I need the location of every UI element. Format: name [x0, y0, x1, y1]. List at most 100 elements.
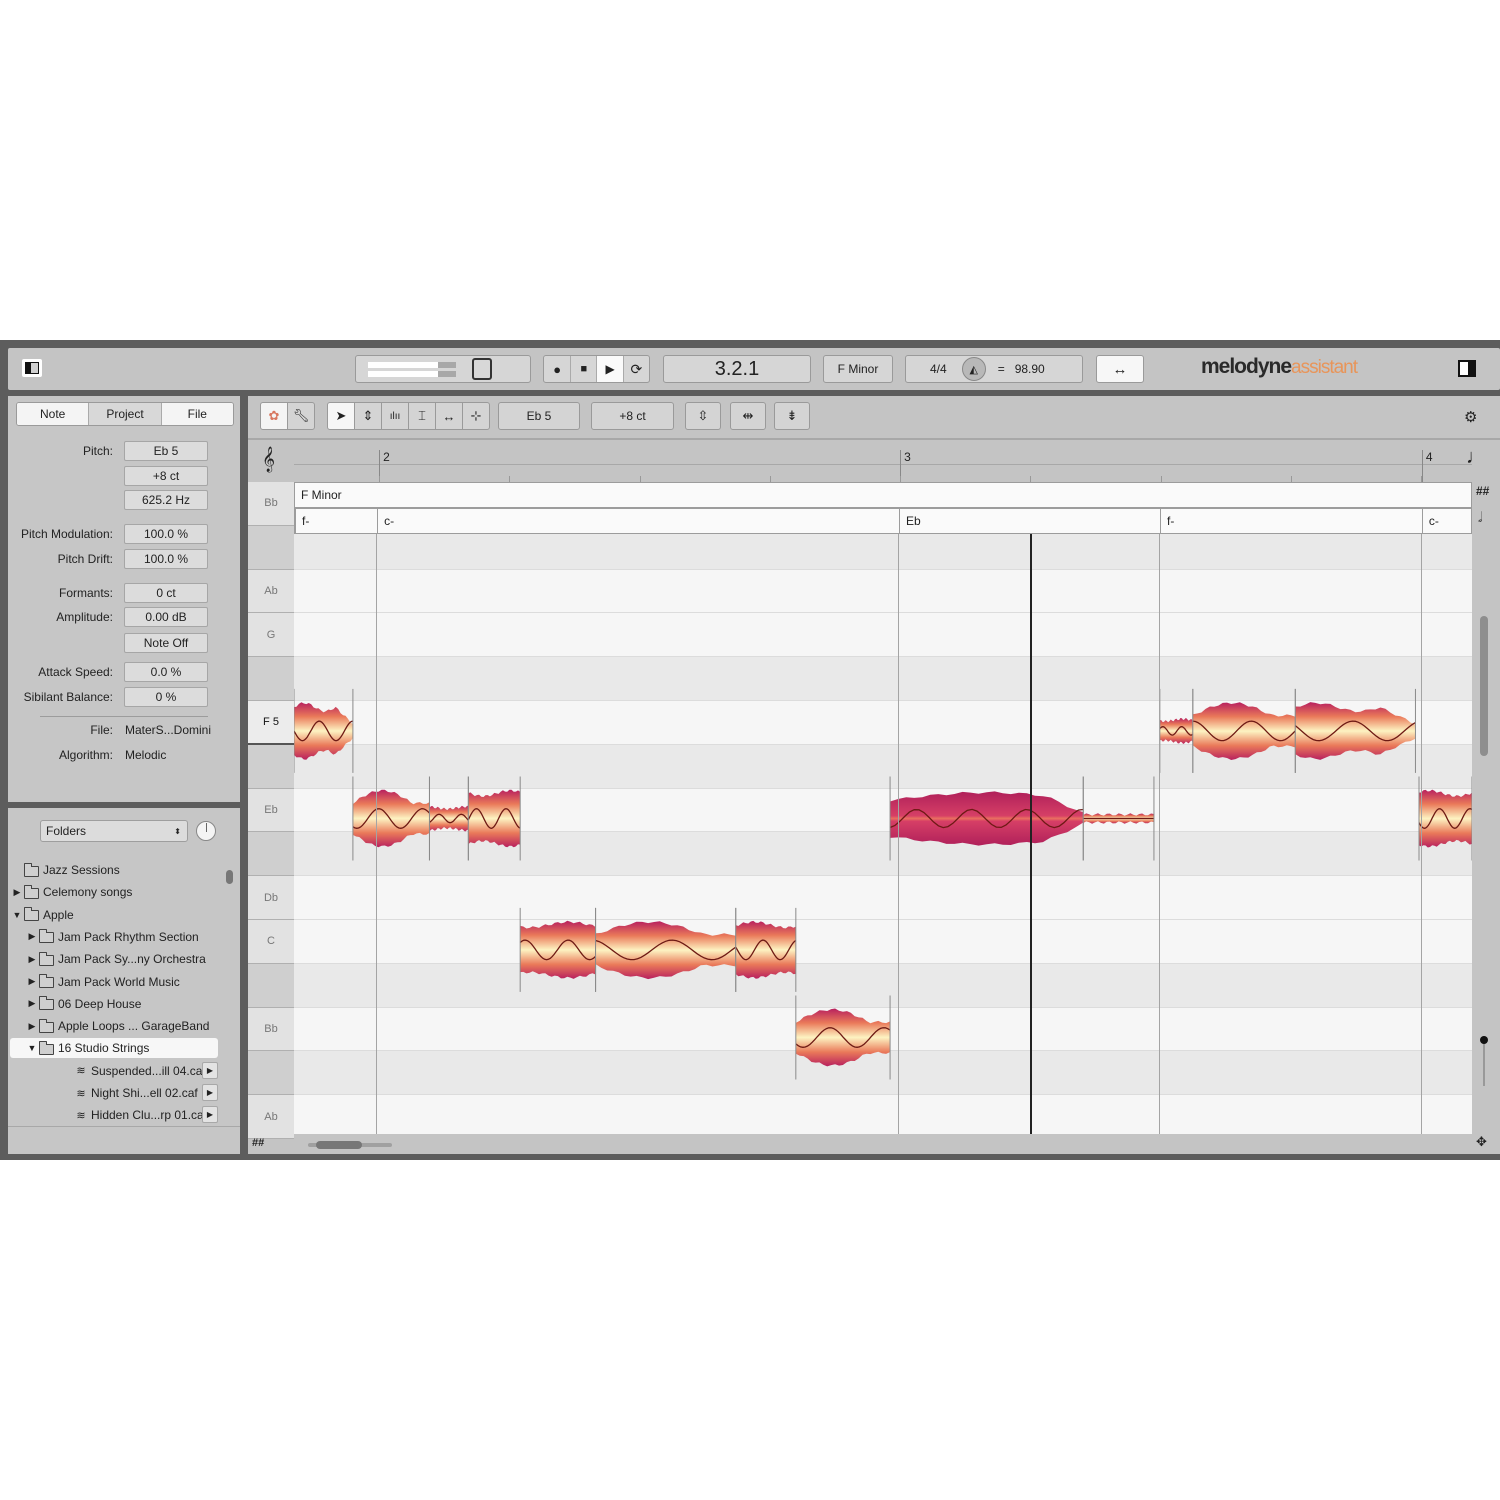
note-blob-body[interactable]	[890, 791, 1084, 846]
blobs-view-button[interactable]: ✿	[260, 402, 288, 430]
disclosure-closed-icon[interactable]: ▶	[27, 998, 37, 1009]
chord-segment[interactable]: c-	[377, 509, 899, 533]
stop-button[interactable]: ■	[571, 356, 598, 382]
scale-lane[interactable]: F Minor	[294, 482, 1472, 508]
folder-item[interactable]: ▼ 16 Studio Strings	[10, 1038, 218, 1059]
pitch-cents-field[interactable]: +8 ct	[124, 466, 208, 486]
pitch-row-label[interactable]: Ab	[248, 1095, 294, 1139]
folder-item[interactable]: ▶ Apple Loops ... GarageBand	[8, 1016, 228, 1036]
chord-segment[interactable]: f-	[295, 509, 377, 533]
browser-progress-icon[interactable]	[196, 821, 216, 841]
pitch-row-label[interactable]: Db	[248, 876, 294, 920]
note-separation-tool-button[interactable]: ⊹	[462, 402, 490, 430]
pitch-row-label[interactable]: Bb	[248, 482, 294, 526]
pitch-row-label[interactable]	[248, 525, 294, 570]
time-tool-button[interactable]: ↔	[435, 402, 463, 430]
pitch-row-label[interactable]	[248, 963, 294, 1008]
position-display[interactable]: 3.2.1	[663, 355, 811, 383]
amplitude-tool-button[interactable]: ⌶	[408, 402, 436, 430]
pitch-modulation-field[interactable]: 100.0 %	[124, 524, 208, 544]
pitch-row-label[interactable]: C	[248, 920, 294, 964]
pitch-row-label[interactable]	[248, 832, 294, 877]
pitch-ruler[interactable]: Bb Ab G F 5 Eb Db C Bb Ab	[248, 482, 294, 1139]
disclosure-closed-icon[interactable]: ▶	[27, 1021, 37, 1032]
note-blob[interactable]	[1082, 776, 1155, 861]
note-pitch-field[interactable]: Eb 5	[498, 402, 580, 430]
play-button[interactable]: ▶	[597, 356, 624, 382]
note-grid[interactable]	[294, 534, 1472, 1134]
note-blob[interactable]	[519, 907, 597, 992]
note-blob[interactable]	[795, 995, 891, 1080]
note-blob[interactable]	[352, 776, 430, 861]
note-blob-body[interactable]	[595, 921, 736, 980]
note-blob[interactable]	[1159, 688, 1194, 773]
play-file-button[interactable]: ▶	[202, 1061, 218, 1079]
note-cents-field[interactable]: +8 ct	[591, 402, 674, 430]
pitch-drift-field[interactable]: 100.0 %	[124, 549, 208, 569]
loop-button[interactable]: ⟳	[624, 356, 649, 382]
pitch-row-label[interactable]: Eb	[248, 788, 294, 833]
tempo-value[interactable]: 98.90	[1015, 362, 1045, 376]
main-tool-button[interactable]: ➤	[327, 402, 355, 430]
key-button[interactable]: F Minor	[823, 355, 893, 383]
note-blob[interactable]	[467, 776, 521, 861]
folder-item[interactable]: ▶ 06 Deep House	[8, 994, 228, 1014]
note-blob[interactable]	[595, 907, 737, 992]
tab-file[interactable]: File	[161, 403, 233, 425]
sibilant-balance-field[interactable]: 0 %	[124, 687, 208, 707]
chord-segment[interactable]: f-	[1160, 509, 1422, 533]
pitch-row-label[interactable]	[248, 744, 294, 789]
quarter-note-icon[interactable]: ♩	[1466, 446, 1486, 469]
folder-item[interactable]: ▶ Jam Pack World Music	[8, 972, 228, 992]
play-file-button[interactable]: ▶	[202, 1084, 218, 1101]
tempo-detect-button[interactable]: ↔	[1096, 355, 1144, 383]
file-item[interactable]: ≋ Night Shi...ell 02.caf	[8, 1083, 228, 1103]
amplitude-field[interactable]: 0.00 dB	[124, 607, 208, 627]
pitch-row-label[interactable]	[248, 1051, 294, 1096]
attack-speed-field[interactable]: 0.0 %	[124, 662, 208, 682]
disclosure-open-icon[interactable]: ▼	[12, 910, 22, 920]
pitch-note-field[interactable]: Eb 5	[124, 441, 208, 461]
pitch-tool-button[interactable]: ⇕	[354, 402, 382, 430]
vertical-scrollbar[interactable]	[1480, 616, 1488, 756]
note-blob[interactable]	[889, 776, 1084, 861]
formant-tool-button[interactable]: ılıı	[381, 402, 409, 430]
file-item[interactable]: ≋ Hidden Clu...rp 01.caf	[8, 1105, 228, 1125]
tab-note[interactable]: Note	[17, 403, 90, 425]
compress-levels-button[interactable]: ⇟	[774, 402, 810, 430]
note-blob-body[interactable]	[468, 789, 521, 848]
folder-item[interactable]: ▶ Jam Pack Rhythm Section	[8, 927, 228, 947]
note-off-button[interactable]: Note Off	[124, 633, 208, 653]
chord-track[interactable]: f-c- Eb f-c-	[294, 508, 1472, 534]
correct-pitch-button[interactable]: ⇳	[685, 402, 721, 430]
note-blob[interactable]	[294, 688, 354, 773]
disclosure-closed-icon[interactable]: ▶	[27, 976, 37, 987]
note-blob-body[interactable]	[429, 805, 469, 832]
sidebar-right-icon[interactable]	[1458, 360, 1476, 377]
browser-dropdown[interactable]: Folders ⬍	[40, 820, 188, 842]
playhead[interactable]	[1029, 534, 1032, 1134]
note-blob-body[interactable]	[1295, 702, 1416, 760]
file-item[interactable]: ≋ Suspended...ill 04.caf	[8, 1061, 228, 1081]
note-blob[interactable]	[1192, 688, 1296, 773]
gear-icon[interactable]: ⚙	[1464, 408, 1477, 426]
disclosure-closed-icon[interactable]: ▶	[27, 954, 37, 965]
folder-item[interactable]: ▼ Apple	[8, 905, 228, 925]
record-button[interactable]: ●	[544, 356, 572, 382]
pitch-row-label[interactable]: G	[248, 613, 294, 658]
time-signature[interactable]: 4/4	[930, 362, 947, 376]
note-blobs-layer[interactable]	[294, 534, 1472, 1134]
zoom-slider[interactable]	[1480, 1036, 1488, 1086]
formants-field[interactable]: 0 ct	[124, 583, 208, 603]
metronome-icon[interactable]: ◭	[961, 357, 986, 381]
chord-segment[interactable]: c-	[1421, 509, 1473, 533]
tab-project[interactable]: Project	[89, 403, 162, 425]
treble-clef-icon[interactable]: 𝄞	[262, 446, 275, 472]
play-file-button[interactable]: ▶	[202, 1106, 218, 1124]
pitch-row-label[interactable]	[248, 657, 294, 701]
disclosure-open-icon[interactable]: ▼	[27, 1043, 37, 1053]
note-blob-body[interactable]	[735, 920, 796, 979]
volume-slider-handle[interactable]	[472, 358, 492, 380]
overview-scroller[interactable]	[308, 1140, 392, 1150]
note-blob[interactable]	[1418, 776, 1472, 861]
